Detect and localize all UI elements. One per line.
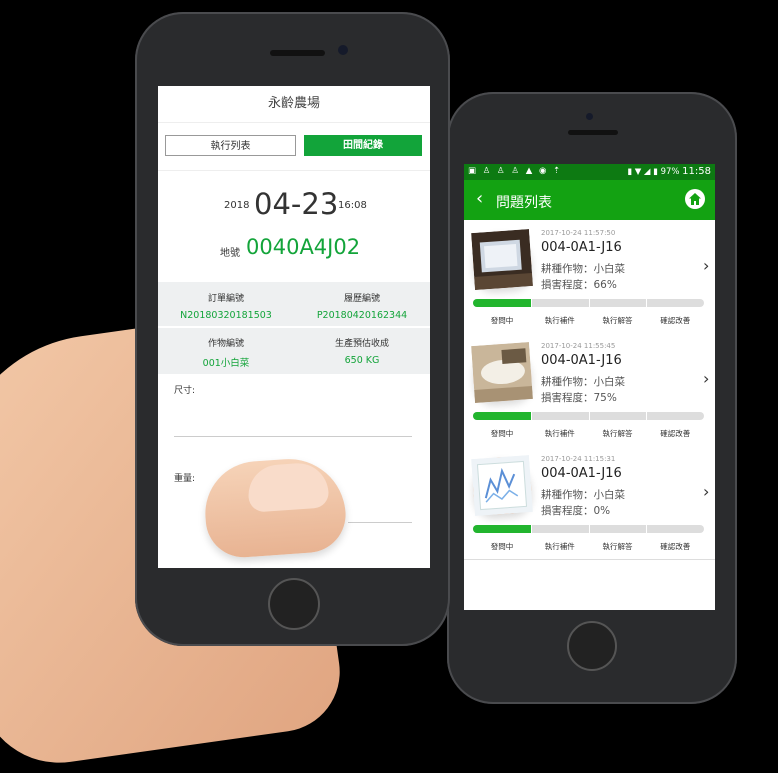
- crop-number-value: 001小白菜: [202, 358, 250, 369]
- stage-label: 執行解答: [602, 429, 633, 438]
- progress-separator: [588, 525, 590, 533]
- issue-card[interactable]: 2017-10-24 11:55:45 004-0A1-J16 耕種作物：小白菜 損害…: [464, 333, 715, 447]
- status-clock: 11:58: [682, 166, 711, 177]
- issue-photo-frame: [471, 229, 533, 290]
- order-number: 訂單編號 N20180320181503: [158, 291, 294, 321]
- record-time: 16:08: [338, 200, 367, 211]
- issue-crop: 耕種作物：小白菜: [541, 263, 625, 275]
- stage-label: 執行補件: [544, 429, 575, 438]
- chevron-right-icon[interactable]: ›: [703, 256, 709, 275]
- issue-damage: 損害程度：75%: [541, 392, 617, 404]
- location-label: 地號: [220, 248, 240, 259]
- size-label: 尺寸:: [174, 386, 196, 396]
- stage-label: 確認改善: [660, 429, 691, 438]
- yield-estimate-label: 生產預估收成: [334, 339, 389, 349]
- home-button[interactable]: [268, 578, 320, 630]
- front-camera: [586, 113, 593, 120]
- stage-label: 執行補件: [544, 316, 575, 325]
- front-camera: [338, 45, 348, 55]
- tab-execution-list[interactable]: 執行列表: [165, 135, 296, 156]
- record-date: 04-23: [254, 187, 339, 221]
- issue-code: 004-0A1-J16: [541, 466, 622, 481]
- earpiece-speaker: [270, 50, 325, 56]
- order-number-value: N20180320181503: [180, 310, 272, 321]
- progress-fill: [473, 299, 531, 307]
- yield-estimate-value: 650 KG: [344, 355, 380, 366]
- stage-label: 發問中: [490, 542, 514, 551]
- stage-label: 發問中: [490, 316, 514, 325]
- home-icon[interactable]: [685, 189, 705, 209]
- issue-list-screen: ▣ ♙ ♙ ♙ ▲ ◉ ⇡ ▮ ▼ ◢ ▮ 97% 11:58 ‹ 問題列表 2…: [464, 164, 715, 610]
- progress-bar: [473, 299, 704, 307]
- issue-damage: 損害程度：66%: [541, 279, 617, 291]
- issue-code: 004-0A1-J16: [541, 353, 622, 368]
- status-right: ▮ ▼ ◢ ▮ 97% 11:58: [627, 166, 711, 177]
- progress-fill: [473, 412, 531, 420]
- history-number-value: P20180420162344: [316, 310, 408, 321]
- progress-bar: [473, 412, 704, 420]
- battery-level: 97%: [660, 167, 680, 177]
- app-header: ‹ 問題列表: [464, 180, 715, 220]
- status-bar: ▣ ♙ ♙ ♙ ▲ ◉ ⇡ ▮ ▼ ◢ ▮ 97% 11:58: [464, 164, 715, 180]
- progress-separator: [588, 299, 590, 307]
- weight-label: 重量:: [174, 474, 196, 484]
- issue-damage: 損害程度：0%: [541, 505, 611, 517]
- progress-separator: [588, 412, 590, 420]
- stage-label: 確認改善: [660, 542, 691, 551]
- back-chevron-icon[interactable]: ‹: [476, 188, 483, 210]
- order-number-label: 訂單編號: [207, 294, 244, 304]
- weight-input[interactable]: [348, 522, 412, 523]
- crop-number-label: 作物編號: [207, 339, 244, 349]
- history-number: 履歷編號 P20180420162344: [294, 291, 430, 321]
- progress-fill: [473, 525, 531, 533]
- stage-label: 執行解答: [602, 316, 633, 325]
- stage-label: 確認改善: [660, 316, 691, 325]
- info-grid: 訂單編號 N20180320181503 履歷編號 P2018042016234…: [158, 282, 430, 374]
- progress-separator: [646, 412, 648, 420]
- progress-separator: [646, 299, 648, 307]
- progress-separator: [530, 299, 532, 307]
- issue-timestamp: 2017-10-24 11:15:31: [541, 455, 616, 463]
- issue-card[interactable]: 2017-10-24 11:57:50 004-0A1-J16 耕種作物：小白菜 損害…: [464, 220, 715, 334]
- chevron-right-icon[interactable]: ›: [703, 482, 709, 501]
- notification-icons: ▣ ♙ ♙ ♙ ▲ ◉ ⇡: [468, 166, 563, 176]
- home-button[interactable]: [567, 621, 617, 671]
- history-number-label: 履歷編號: [343, 294, 380, 304]
- issue-photo: [471, 455, 533, 516]
- divider: [158, 170, 430, 171]
- yield-estimate: 生產預估收成 650 KG: [294, 336, 430, 366]
- issue-photo: [471, 229, 533, 290]
- grid-divider: [158, 326, 430, 328]
- page-title: 永齡農場: [158, 86, 430, 123]
- issue-crop: 耕種作物：小白菜: [541, 376, 625, 388]
- progress-bar: [473, 525, 704, 533]
- issue-code: 004-0A1-J16: [541, 240, 622, 255]
- stage-label: 執行補件: [544, 542, 575, 551]
- location-value: 0040A4J02: [246, 235, 361, 259]
- chevron-right-icon[interactable]: ›: [703, 369, 709, 388]
- stage-label: 執行解答: [602, 542, 633, 551]
- size-input[interactable]: [174, 436, 412, 437]
- record-year: 2018: [224, 200, 250, 211]
- issue-card[interactable]: 2017-10-24 11:15:31 004-0A1-J16 耕種作物：小白菜 損害…: [464, 446, 715, 560]
- issue-photo-frame: [471, 455, 533, 516]
- page-title: 問題列表: [496, 195, 552, 211]
- issue-timestamp: 2017-10-24 11:55:45: [541, 342, 616, 350]
- progress-separator: [530, 412, 532, 420]
- crop-number: 作物編號 001小白菜: [158, 336, 294, 369]
- progress-separator: [646, 525, 648, 533]
- tab-field-record[interactable]: 田間紀錄: [304, 135, 422, 156]
- issue-timestamp: 2017-10-24 11:57:50: [541, 229, 616, 237]
- progress-separator: [530, 525, 532, 533]
- issue-crop: 耕種作物：小白菜: [541, 489, 625, 501]
- issue-photo: [471, 342, 533, 403]
- issue-photo-frame: [471, 342, 533, 403]
- stage-label: 發問中: [490, 429, 514, 438]
- earpiece-speaker: [568, 130, 618, 135]
